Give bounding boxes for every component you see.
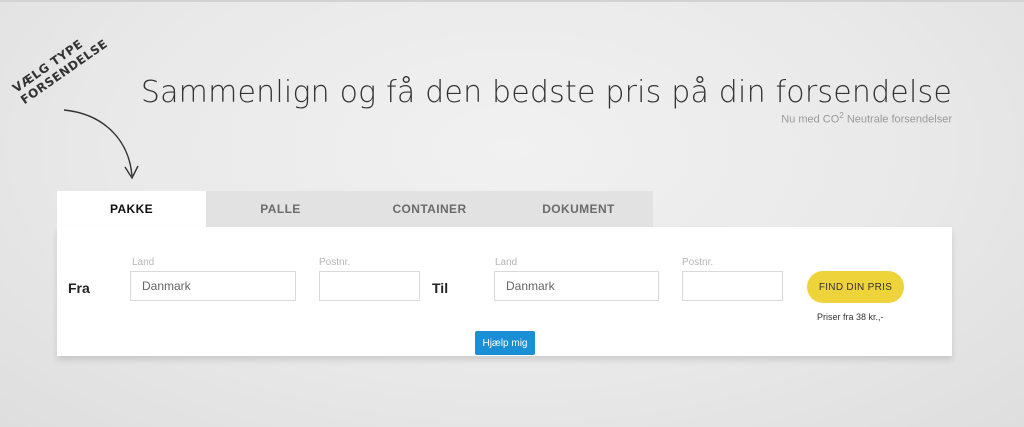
from-country-input[interactable] xyxy=(130,271,296,301)
co2-subtitle: Nu med CO2 Neutrale forsendelser xyxy=(781,111,952,126)
to-postal-input[interactable] xyxy=(682,271,783,301)
find-price-button[interactable]: FIND DIN PRIS xyxy=(807,271,904,303)
from-postal-label: Postnr. xyxy=(319,257,351,268)
tab-container[interactable]: CONTAINER xyxy=(355,191,504,227)
tab-palle[interactable]: PALLE xyxy=(206,191,355,227)
to-label: Til xyxy=(432,280,449,296)
to-postal-label: Postnr. xyxy=(682,257,714,268)
from-country-label: Land xyxy=(132,257,155,268)
to-country-input[interactable] xyxy=(494,271,659,301)
tab-pakke[interactable]: PAKKE xyxy=(57,191,206,227)
price-from-note: Priser fra 38 kr.,- xyxy=(817,312,884,322)
page-title: Sammenlign og få den bedste pris på din … xyxy=(140,75,952,110)
top-border xyxy=(0,0,1024,2)
curved-arrow-icon xyxy=(63,109,139,180)
to-country-label: Land xyxy=(495,257,518,268)
price-form-panel: Fra Land Postnr. Til Land Postnr. FIND D… xyxy=(57,227,952,356)
from-label: Fra xyxy=(68,280,90,296)
choose-type-hint: VÆLG TYPE FORSENDELSE xyxy=(4,37,154,190)
shipment-type-tabs: PAKKE PALLE CONTAINER DOKUMENT xyxy=(57,191,653,227)
tab-dokument[interactable]: DOKUMENT xyxy=(504,191,653,227)
from-postal-input[interactable] xyxy=(319,271,420,301)
help-button[interactable]: Hjælp mig xyxy=(475,331,535,355)
